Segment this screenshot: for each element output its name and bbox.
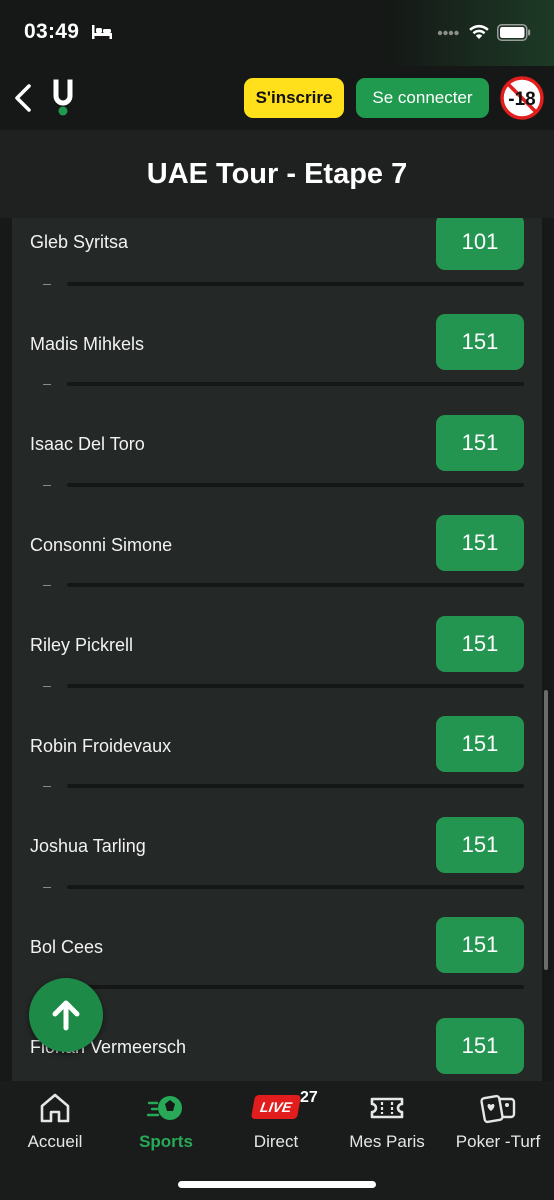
runner-subline	[43, 786, 51, 787]
page-title: UAE Tour - Etape 7	[0, 130, 554, 218]
list-item: Robin Froidevaux 151	[12, 694, 542, 794]
home-indicator	[178, 1181, 376, 1188]
arrow-up-icon	[52, 1000, 80, 1031]
divider	[67, 282, 524, 286]
odds-button[interactable]: 151	[436, 515, 524, 571]
cards-icon	[480, 1094, 516, 1124]
odds-button[interactable]: 151	[436, 314, 524, 370]
divider	[67, 483, 524, 487]
live-icon: LIVE	[250, 1095, 302, 1119]
sports-icon	[146, 1096, 182, 1120]
list-item: Bol Cees 151	[12, 895, 542, 995]
runner-list[interactable]: Gleb Syritsa 101 Madis Mihkels 151 Isaac…	[0, 218, 554, 1081]
scroll-to-top-button[interactable]	[29, 978, 103, 1052]
status-bar: 03:49	[0, 0, 554, 66]
runner-name: Gleb Syritsa	[30, 232, 129, 252]
divider	[67, 684, 524, 688]
runner-subline	[43, 284, 51, 285]
list-item: Madis Mihkels 151	[12, 292, 542, 392]
scrollbar[interactable]	[544, 690, 548, 970]
app-header: S'inscrire Se connecter -18	[0, 66, 554, 130]
list-item: Consonni Simone 151	[12, 493, 542, 593]
live-count-badge: 27	[300, 1089, 318, 1106]
runner-name: Isaac Del Toro	[30, 434, 145, 454]
runner-name: Bol Cees	[30, 937, 104, 957]
chevron-left-icon[interactable]	[10, 80, 36, 116]
signal-icon	[437, 30, 459, 36]
age-restriction-badge: -18	[500, 76, 544, 120]
tab-label: Accueil	[27, 1132, 83, 1151]
register-button[interactable]: S'inscrire	[244, 78, 344, 118]
ticket-icon	[370, 1097, 404, 1119]
battery-icon	[497, 24, 531, 41]
runner-subline	[43, 485, 51, 486]
tab-label: Poker -Turf	[455, 1132, 541, 1151]
odds-button[interactable]: 151	[436, 716, 524, 772]
runner-name: Consonni Simone	[30, 535, 173, 555]
list-item: Gleb Syritsa 101	[12, 218, 542, 292]
runner-subline	[43, 887, 51, 888]
odds-button[interactable]: 151	[436, 616, 524, 672]
list-item: Riley Pickrell 151	[12, 594, 542, 694]
runner-name: Robin Froidevaux	[30, 736, 172, 756]
runner-subline	[43, 585, 51, 586]
list-item: Isaac Del Toro 151	[12, 393, 542, 493]
divider	[67, 985, 524, 989]
login-button[interactable]: Se connecter	[356, 78, 489, 118]
tab-mes-paris[interactable]: Mes Paris	[332, 1081, 442, 1171]
unibet-logo-icon[interactable]	[50, 78, 76, 118]
home-icon	[40, 1093, 70, 1123]
odds-button[interactable]: 101	[436, 218, 524, 270]
runner-name: Joshua Tarling	[30, 836, 146, 856]
divider	[67, 784, 524, 788]
odds-button[interactable]: 151	[436, 415, 524, 471]
tab-label: Direct	[253, 1132, 299, 1151]
status-time: 03:49	[24, 20, 80, 43]
no-minors-icon: -18	[500, 76, 544, 120]
tab-label: Mes Paris	[349, 1132, 425, 1151]
divider	[67, 583, 524, 587]
odds-button[interactable]: 151	[436, 1018, 524, 1074]
odds-button[interactable]: 151	[436, 817, 524, 873]
divider	[67, 885, 524, 889]
wifi-icon	[469, 24, 489, 39]
divider	[67, 382, 524, 386]
tab-accueil[interactable]: Accueil	[0, 1081, 110, 1171]
tab-poker-turf[interactable]: Poker -Turf	[443, 1081, 553, 1171]
bed-icon	[92, 25, 112, 39]
age-badge-label: -18	[508, 89, 535, 110]
runner-list-panel: Gleb Syritsa 101 Madis Mihkels 151 Isaac…	[12, 218, 542, 1081]
odds-button[interactable]: 151	[436, 917, 524, 973]
runner-name: Riley Pickrell	[30, 635, 134, 655]
tab-label: Sports	[139, 1132, 193, 1151]
runner-name: Madis Mihkels	[30, 334, 145, 354]
tab-sports[interactable]: Sports	[111, 1081, 221, 1171]
runner-subline	[43, 384, 51, 385]
list-item: Joshua Tarling 151	[12, 795, 542, 895]
runner-subline	[43, 686, 51, 687]
